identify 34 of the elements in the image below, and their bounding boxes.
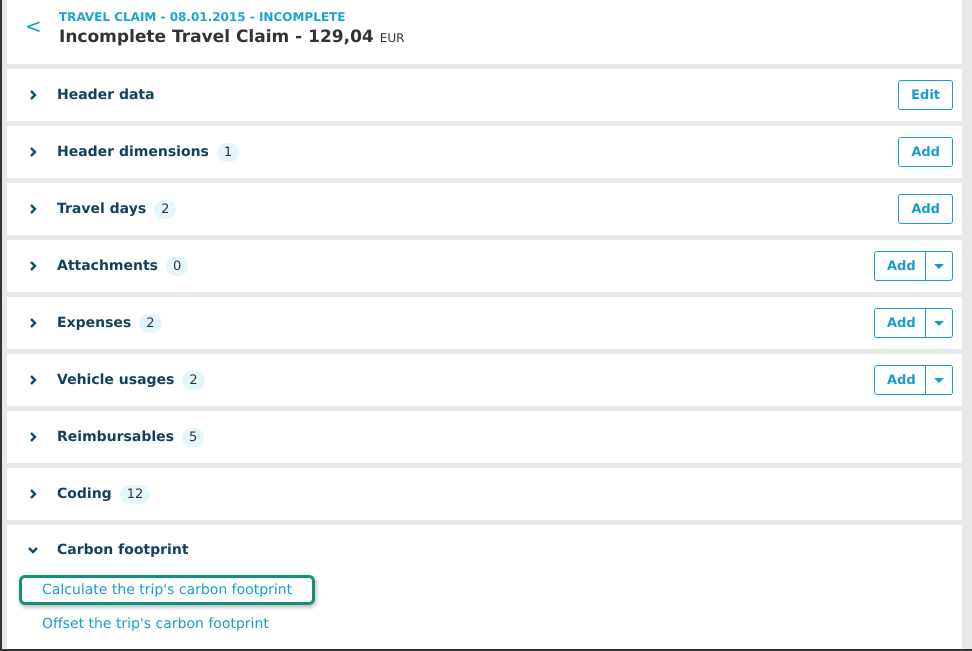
chevron-down-icon[interactable] xyxy=(27,544,39,556)
chevron-right-icon[interactable] xyxy=(27,89,39,101)
count-badge: 2 xyxy=(139,314,162,332)
count-badge: 2 xyxy=(154,200,176,218)
section-title[interactable]: Reimbursables xyxy=(57,429,174,445)
caret-icon xyxy=(934,320,944,326)
count-badge: 12 xyxy=(120,484,150,504)
section-title[interactable]: Header dimensions xyxy=(57,144,209,160)
section-title[interactable]: Carbon footprint xyxy=(57,542,189,558)
currency-label: EUR xyxy=(380,31,404,45)
dropdown-button[interactable] xyxy=(926,308,953,338)
chevron-right-icon[interactable] xyxy=(27,317,39,329)
dropdown-button[interactable] xyxy=(926,365,953,395)
section-title[interactable]: Attachments xyxy=(57,258,158,274)
chevron-right-icon[interactable] xyxy=(27,431,39,443)
chevron-right-icon[interactable] xyxy=(27,488,39,500)
count-badge: 0 xyxy=(166,256,188,276)
chevron-right-icon[interactable] xyxy=(27,260,39,272)
caret-icon xyxy=(934,378,944,382)
claim-subtitle: TRAVEL CLAIM - 08.01.2015 - INCOMPLETE xyxy=(59,10,346,24)
chevron-right-icon[interactable] xyxy=(27,203,39,215)
section-title[interactable]: Vehicle usages xyxy=(57,372,174,388)
count-badge: 2 xyxy=(182,370,205,390)
section-title[interactable]: Header data xyxy=(57,87,155,103)
section-title[interactable]: Travel days xyxy=(57,201,146,217)
section-title[interactable]: Coding xyxy=(57,486,112,502)
count-badge: 1 xyxy=(216,142,240,162)
chevron-right-icon[interactable] xyxy=(27,146,39,158)
section-title[interactable]: Expenses xyxy=(57,315,132,331)
claim-title: Incomplete Travel Claim - 129,04 xyxy=(59,27,374,47)
count-badge: 5 xyxy=(182,428,204,446)
chevron-right-icon[interactable] xyxy=(27,374,39,386)
caret-icon xyxy=(934,264,944,268)
dropdown-button[interactable] xyxy=(926,251,953,281)
